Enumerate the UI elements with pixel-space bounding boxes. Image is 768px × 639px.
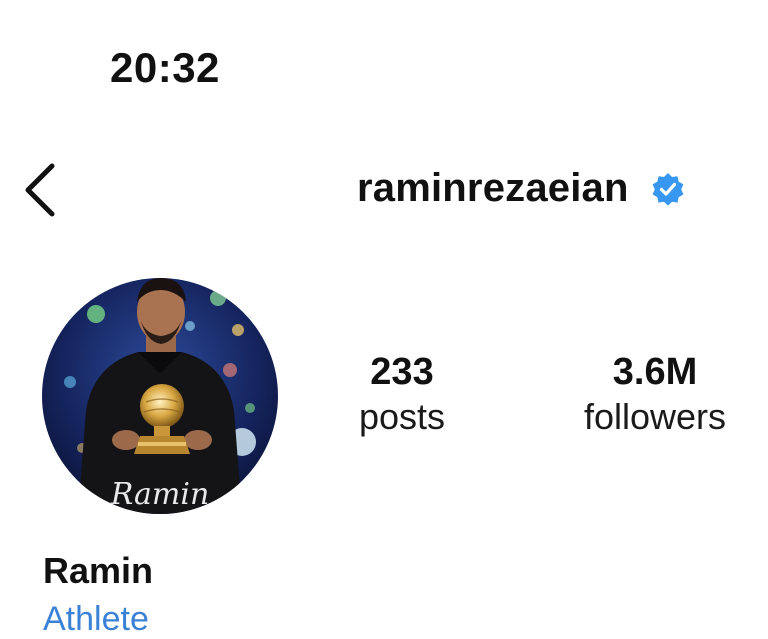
followers-count: 3.6M xyxy=(612,351,698,393)
followers-label: followers xyxy=(583,396,727,437)
posts-label: posts xyxy=(358,396,446,437)
chevron-left-icon xyxy=(25,163,55,217)
avatar-signature: Ramin xyxy=(110,477,210,512)
stat-posts[interactable]: 233 posts xyxy=(340,350,464,440)
status-bar-time: 20:32 xyxy=(110,44,220,91)
verified-badge-icon xyxy=(651,172,685,206)
posts-count: 233 xyxy=(370,351,434,393)
back-button[interactable] xyxy=(20,158,64,222)
profile-header: raminrezaeian xyxy=(357,166,685,211)
profile-avatar[interactable]: Ramin xyxy=(42,278,278,514)
profile-display-name: Ramin xyxy=(43,550,154,591)
username: raminrezaeian xyxy=(357,166,629,210)
stat-followers[interactable]: 3.6M followers xyxy=(560,350,750,440)
profile-category: Athlete xyxy=(43,600,149,638)
